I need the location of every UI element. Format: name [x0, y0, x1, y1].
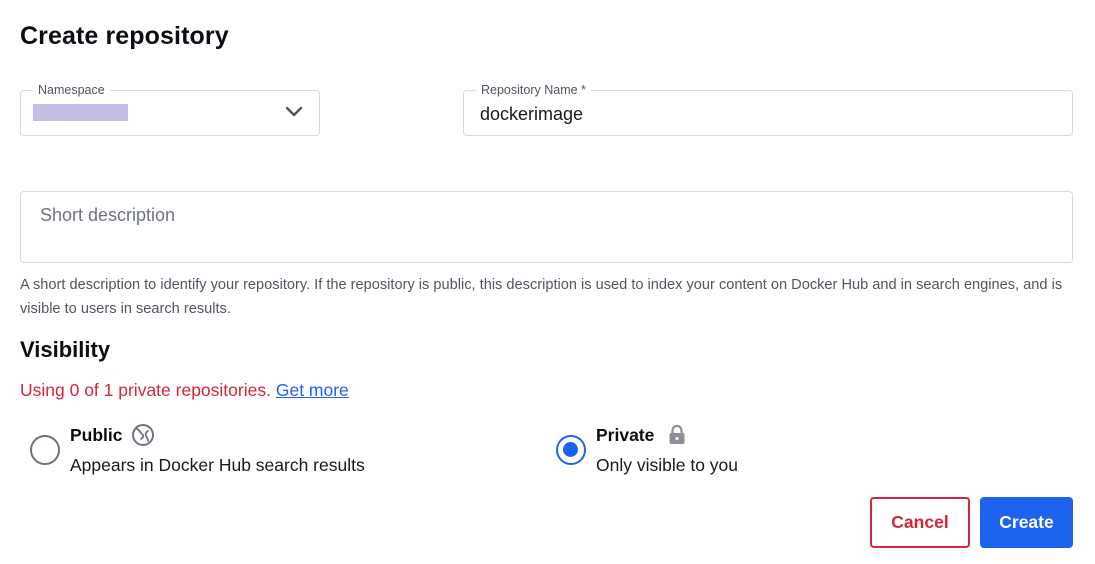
private-repo-usage: Using 0 of 1 private repositories. Get m…: [20, 379, 349, 401]
chevron-down-icon[interactable]: [285, 106, 303, 118]
private-radio[interactable]: [556, 435, 586, 465]
lock-icon: [669, 424, 685, 444]
repository-name-label: Repository Name *: [476, 82, 591, 98]
globe-icon: [132, 424, 154, 446]
private-description: Only visible to you: [596, 455, 739, 475]
get-more-link[interactable]: Get more: [276, 380, 349, 400]
usage-text: Using 0 of 1 private repositories.: [20, 380, 271, 400]
repository-name-value[interactable]: dockerimage: [480, 104, 583, 124]
cancel-button[interactable]: Cancel: [870, 497, 970, 548]
public-description: Appears in Docker Hub search results: [70, 455, 365, 475]
short-description-field[interactable]: Short description: [20, 191, 1073, 263]
namespace-label: Namespace: [33, 82, 110, 98]
create-button[interactable]: Create: [980, 497, 1073, 548]
repository-name-field[interactable]: Repository Name * dockerimage: [463, 82, 1073, 136]
namespace-value-redacted: [33, 104, 128, 121]
namespace-select[interactable]: Namespace: [20, 82, 320, 136]
visibility-option-public[interactable]: Public Appears in Docker Hub search resu…: [30, 423, 390, 479]
public-radio[interactable]: [30, 435, 60, 465]
public-label: Public: [70, 425, 123, 445]
short-description-placeholder: Short description: [40, 205, 176, 225]
short-description-helper: A short description to identify your rep…: [20, 277, 1063, 317]
page-title: Create repository: [20, 22, 229, 50]
visibility-heading: Visibility: [20, 337, 111, 362]
private-label: Private: [596, 425, 655, 445]
visibility-option-private[interactable]: Private Only visible to you: [556, 423, 756, 479]
